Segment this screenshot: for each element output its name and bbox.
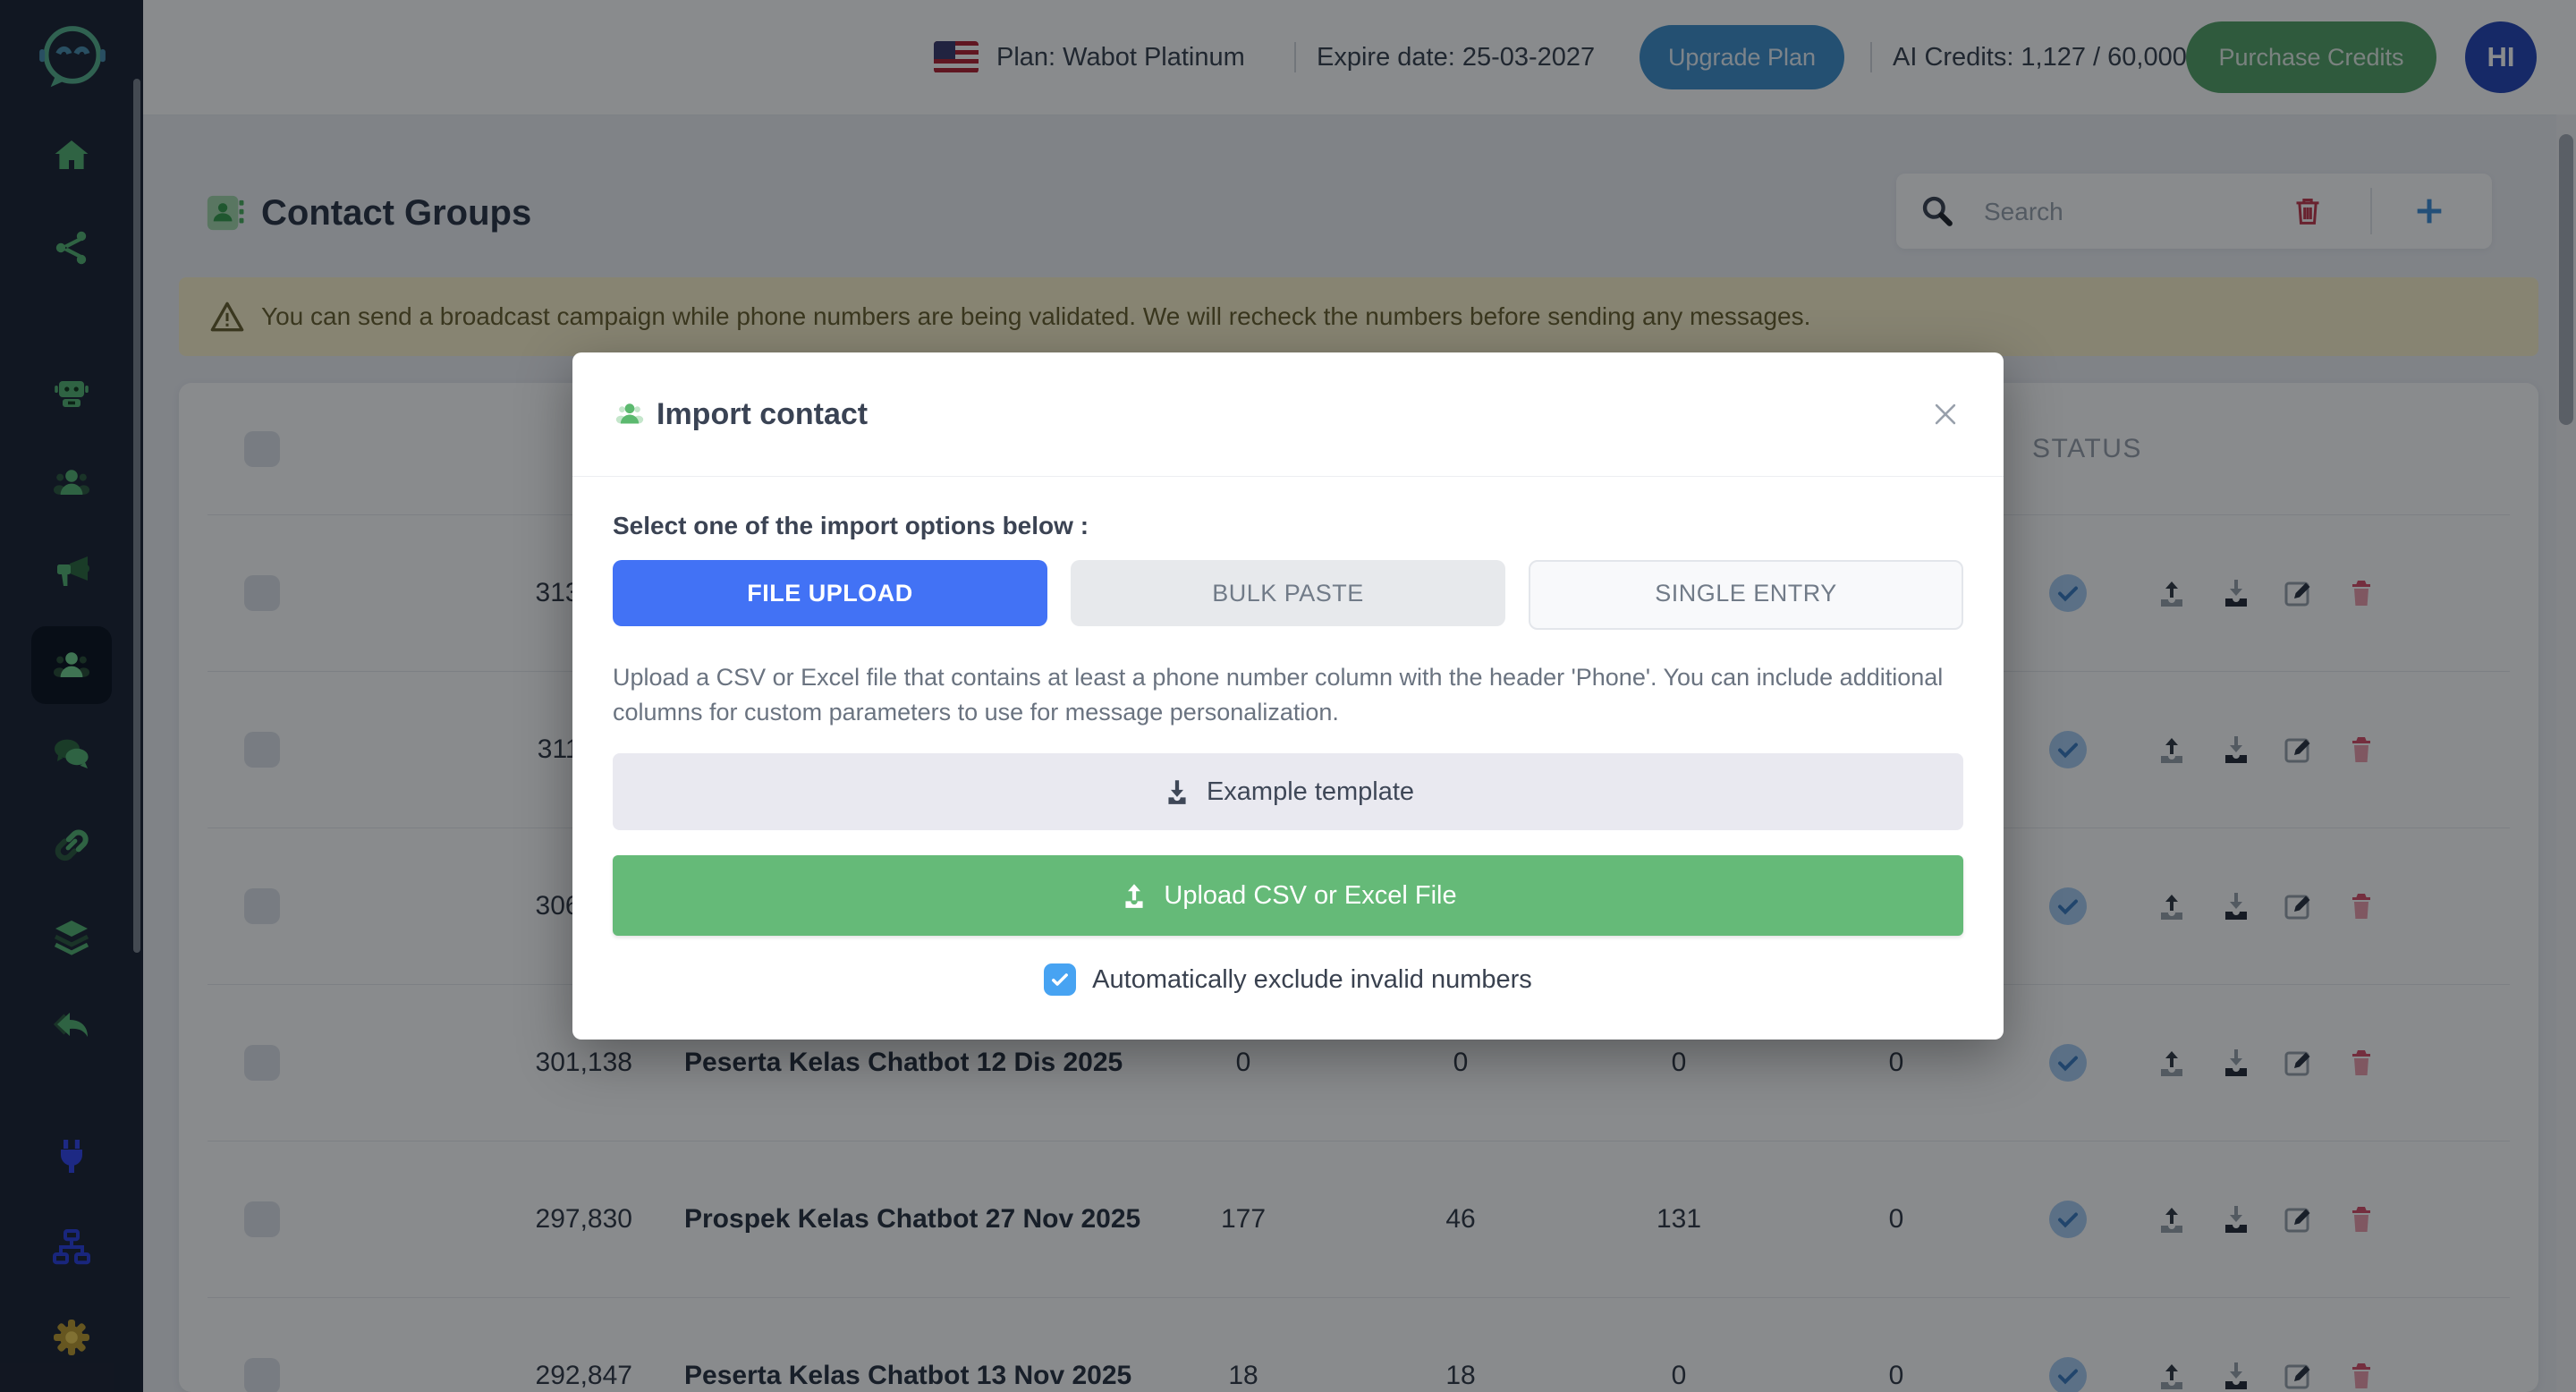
app-root: Plan: Wabot Platinum Expire date: 25-03-… [0, 0, 2576, 1392]
import-contact-modal: Import contact Select one of the import … [572, 352, 2004, 1040]
exclude-invalid-checkbox[interactable] [1044, 963, 1076, 996]
upload-file-icon [1119, 880, 1149, 911]
exclude-invalid-row: Automatically exclude invalid numbers [572, 951, 2004, 1008]
example-template-label: Example template [1207, 777, 1414, 807]
tab-bulk-paste[interactable]: BULK PASTE [1071, 560, 1505, 626]
close-icon[interactable] [1930, 399, 1961, 429]
upload-csv-label: Upload CSV or Excel File [1164, 881, 1456, 911]
modal-intro-text: Select one of the import options below : [613, 512, 1089, 540]
import-contact-icon [612, 397, 648, 431]
upload-csv-button[interactable]: Upload CSV or Excel File [613, 855, 1963, 936]
example-template-button[interactable]: Example template [613, 753, 1963, 830]
download-template-icon [1162, 777, 1192, 807]
exclude-invalid-label: Automatically exclude invalid numbers [1092, 965, 1532, 995]
tab-single-entry[interactable]: SINGLE ENTRY [1529, 560, 1963, 630]
modal-title: Import contact [657, 352, 868, 476]
modal-description: Upload a CSV or Excel file that contains… [613, 660, 1968, 730]
modal-divider [572, 476, 2004, 477]
tab-file-upload[interactable]: FILE UPLOAD [613, 560, 1047, 626]
